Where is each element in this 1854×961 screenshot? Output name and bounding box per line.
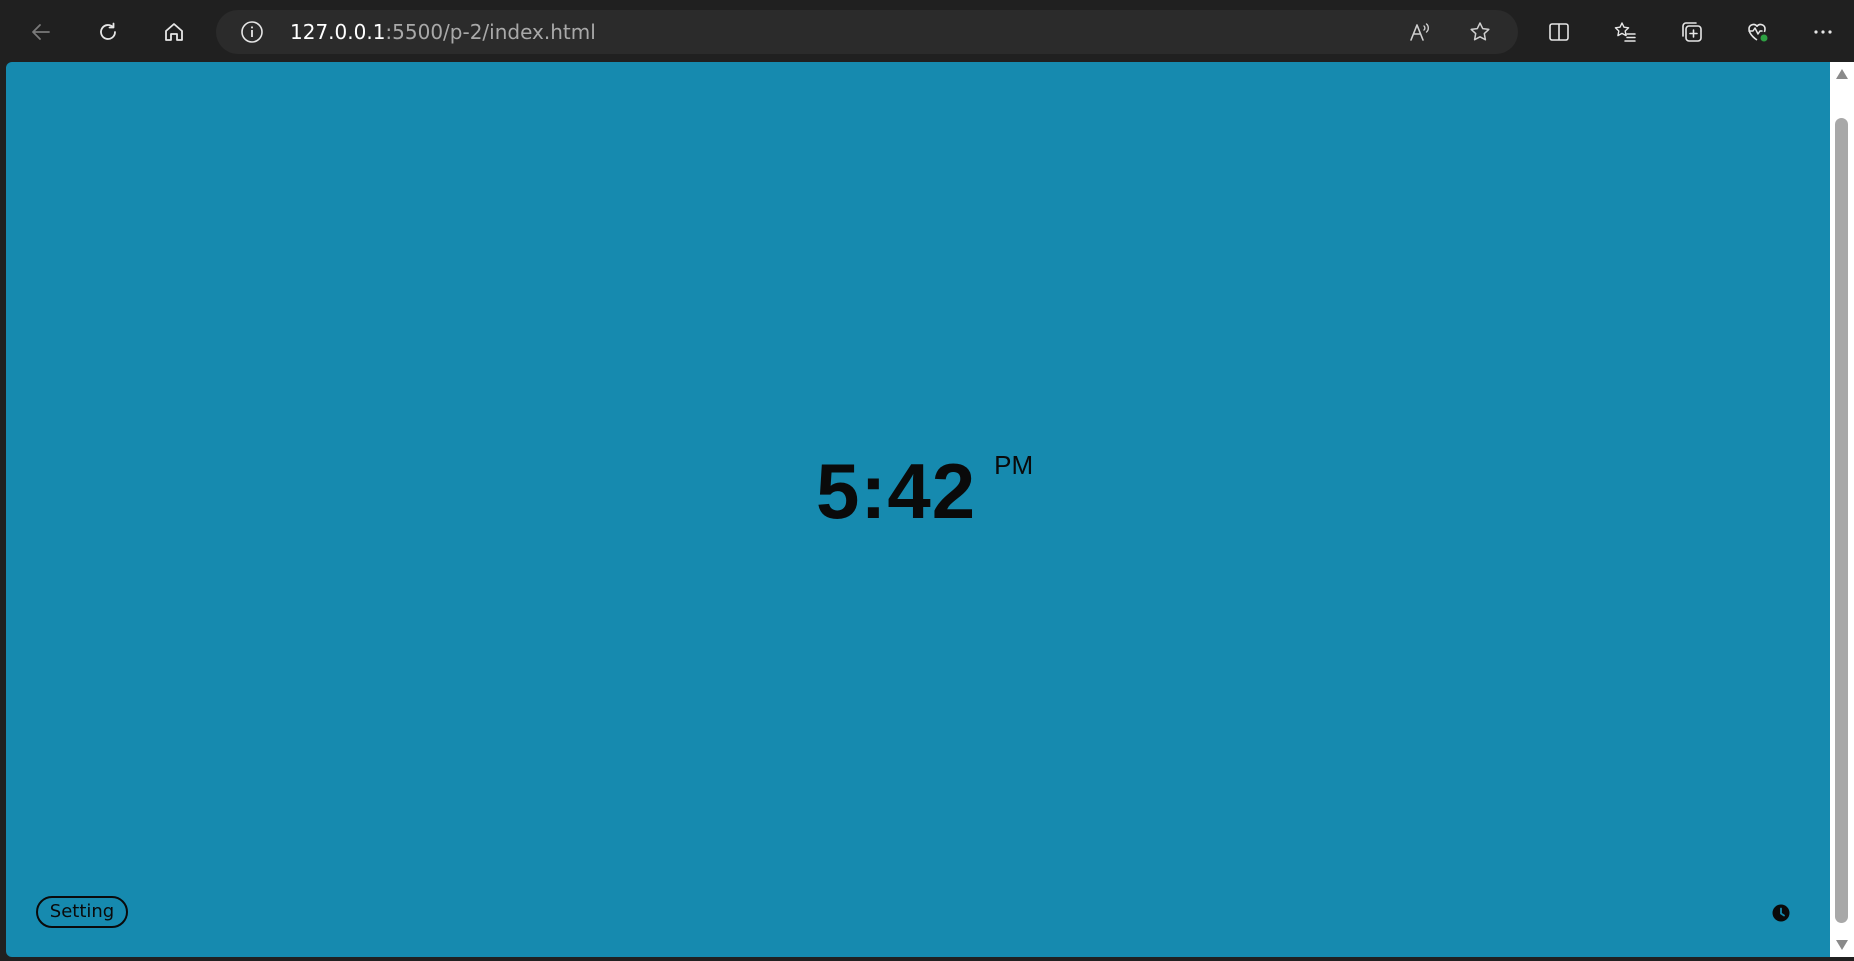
address-bar[interactable]: 127.0.0.1:5500/p-2/index.html xyxy=(216,10,1518,54)
read-aloud-icon[interactable] xyxy=(1408,20,1432,44)
scroll-up-arrow-icon[interactable] xyxy=(1835,68,1849,80)
browser-toolbar: 127.0.0.1:5500/p-2/index.html xyxy=(0,0,1854,62)
refresh-icon xyxy=(100,22,116,40)
back-arrow-icon xyxy=(32,24,50,40)
clock-display: 5:42 PM xyxy=(816,447,1034,535)
heartbeat-icon xyxy=(1748,23,1768,42)
home-icon xyxy=(165,23,183,41)
split-screen-button[interactable] xyxy=(1540,13,1578,51)
more-button[interactable] xyxy=(1804,13,1842,51)
collections-button[interactable] xyxy=(1673,13,1711,51)
back-button[interactable] xyxy=(22,13,60,51)
browser-window: 127.0.0.1:5500/p-2/index.html 5:42 PM Se… xyxy=(0,0,1854,961)
url-path: :5500/p-2/index.html xyxy=(385,20,596,44)
scroll-down-arrow-icon[interactable] xyxy=(1835,939,1849,951)
page-viewport: 5:42 PM Setting xyxy=(6,62,1830,957)
favorites-list-icon xyxy=(1614,22,1636,42)
info-icon[interactable] xyxy=(240,20,264,44)
home-button[interactable] xyxy=(155,13,193,51)
refresh-button[interactable] xyxy=(89,13,127,51)
vertical-scrollbar[interactable] xyxy=(1830,62,1854,957)
url-text[interactable]: 127.0.0.1:5500/p-2/index.html xyxy=(290,10,596,54)
favorites-button[interactable] xyxy=(1606,13,1644,51)
scroll-thumb[interactable] xyxy=(1835,118,1848,923)
url-host: 127.0.0.1 xyxy=(290,20,386,44)
star-icon[interactable] xyxy=(1468,20,1492,44)
setting-button[interactable]: Setting xyxy=(36,896,128,928)
more-icon xyxy=(1814,30,1832,34)
clock-time: 5:42 xyxy=(816,447,977,535)
collections-icon xyxy=(1682,22,1702,42)
split-screen-icon xyxy=(1549,23,1569,41)
clock-icon[interactable] xyxy=(1772,904,1790,922)
performance-button[interactable] xyxy=(1738,13,1776,51)
clock-period: PM xyxy=(994,450,1034,480)
